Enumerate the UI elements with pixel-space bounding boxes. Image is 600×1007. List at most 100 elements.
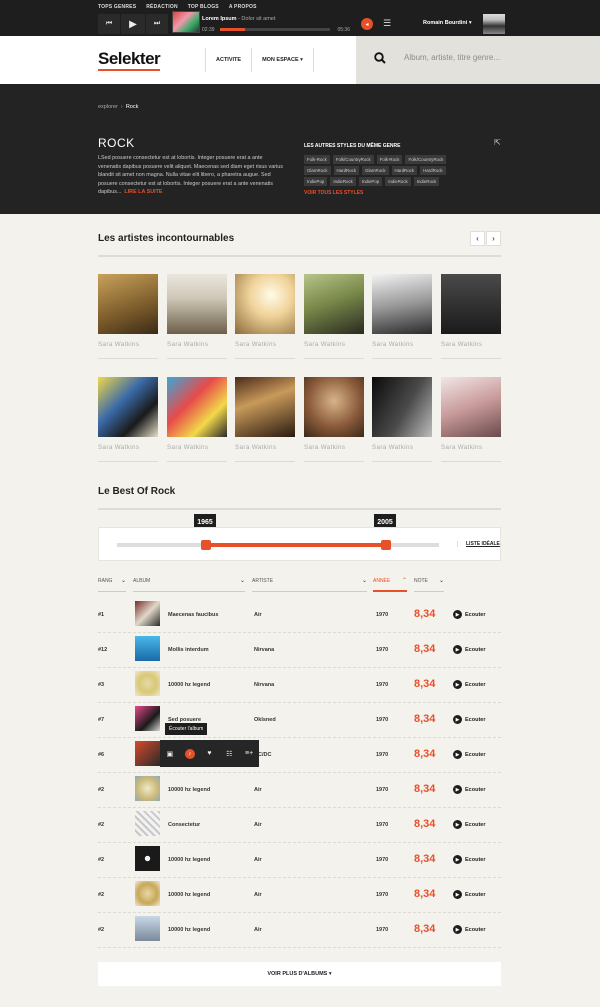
artist-name[interactable]: Sara Watkins: [372, 444, 432, 451]
album-cover[interactable]: [135, 811, 160, 836]
artist-name[interactable]: Sara Watkins: [372, 341, 432, 348]
artist-photo[interactable]: [167, 377, 227, 437]
artist-card[interactable]: Sara Watkins: [441, 377, 501, 462]
top-link-genres[interactable]: TOPS GENRES: [98, 4, 136, 10]
style-tag[interactable]: IndieRock: [385, 177, 411, 186]
column-album[interactable]: ALBUM ⌄: [133, 578, 245, 592]
share-icon[interactable]: ⇱: [494, 138, 501, 147]
artist-name[interactable]: Air: [254, 822, 262, 828]
artist-name[interactable]: Oklsned: [254, 717, 276, 723]
artist-card[interactable]: Sara Watkins: [167, 377, 227, 462]
listen-button[interactable]: ▶ Ecouter: [453, 680, 485, 689]
artist-name[interactable]: Sara Watkins: [304, 341, 364, 348]
listen-button[interactable]: ▶ Ecouter: [453, 855, 485, 864]
album-cover[interactable]: [135, 776, 160, 801]
table-row[interactable]: #1 Maecenas faucibus Air 1970 8,34 ▶ Ecouter: [98, 598, 501, 633]
table-row[interactable]: #2 10000 hz legend Air 1970 8,34 ▶ Ecouter: [98, 773, 501, 808]
table-row[interactable]: #2 10000 hz legend Air 1970 8,34 ▶ Ecouter: [98, 913, 501, 948]
style-tag[interactable]: GlamRock: [304, 166, 331, 175]
artist-photo[interactable]: [372, 274, 432, 334]
nav-activite[interactable]: ACTIVITE: [205, 48, 251, 72]
top-link-blogs[interactable]: TOP BLOGS: [188, 4, 219, 10]
album-title[interactable]: 10000 hz legend: [168, 682, 210, 688]
album-cover[interactable]: [135, 706, 160, 731]
slider-handle-from[interactable]: [201, 540, 211, 550]
queue-icon[interactable]: ☰: [383, 18, 391, 29]
style-tag[interactable]: IndieRock: [413, 177, 440, 186]
artist-name[interactable]: Sara Watkins: [98, 444, 158, 451]
artist-photo[interactable]: [304, 377, 364, 437]
now-playing-cover[interactable]: [172, 11, 200, 33]
logo[interactable]: Selekter: [98, 49, 161, 71]
add-to-playlist-icon[interactable]: ≡+: [239, 750, 259, 757]
style-tag[interactable]: HardRock: [333, 166, 360, 175]
listen-button[interactable]: ▶ Ecouter: [453, 750, 485, 759]
table-row[interactable]: #2 10000 hz legend Air 1970 8,34 ▶ Ecouter: [98, 878, 501, 913]
top-link-redaction[interactable]: RÉDACTION: [146, 4, 178, 10]
artist-name[interactable]: Air: [254, 787, 262, 793]
album-cover[interactable]: [135, 601, 160, 626]
style-tag[interactable]: Folk-Rock: [304, 155, 330, 164]
style-tag[interactable]: IndiePop: [358, 177, 383, 186]
artist-photo[interactable]: [372, 377, 432, 437]
user-menu[interactable]: Romain Bourdini ▾: [423, 20, 472, 26]
see-all-styles-link[interactable]: VOIR TOUS LES STYLES: [304, 190, 363, 196]
style-tag[interactable]: HardRock: [391, 166, 418, 175]
artist-card[interactable]: Sara Watkins: [98, 377, 158, 462]
artist-name[interactable]: Nirvana: [254, 682, 274, 688]
artist-photo[interactable]: [235, 377, 295, 437]
artist-name[interactable]: Sara Watkins: [441, 341, 501, 348]
top-link-about[interactable]: A PROPOS: [229, 4, 257, 10]
table-row[interactable]: #6 AC/DC 1970 8,34 ▶ Ecouter: [98, 738, 501, 773]
listen-button[interactable]: ▶ Ecouter: [453, 715, 485, 724]
nav-mon-espace[interactable]: MON ESPACE ▾: [251, 48, 313, 72]
read-more-link[interactable]: LIRE LA SUITE: [124, 189, 162, 195]
album-cover[interactable]: [135, 636, 160, 661]
column-artiste[interactable]: ARTISTE ⌄: [252, 578, 367, 592]
progress-bar[interactable]: [220, 28, 330, 31]
listen-button[interactable]: ▶ Ecouter: [453, 645, 485, 654]
album-cover[interactable]: [135, 671, 160, 696]
artist-photo[interactable]: [441, 377, 501, 437]
carousel-prev-button[interactable]: ‹: [470, 231, 485, 246]
slider-handle-to[interactable]: [381, 540, 391, 550]
artist-card[interactable]: Sara Watkins: [372, 274, 432, 359]
heart-icon[interactable]: ♥: [200, 750, 220, 757]
table-row[interactable]: #2 10000 hz legend Air 1970 8,34 ▶ Ecouter: [98, 843, 501, 878]
breadcrumb-explorer[interactable]: explorer: [98, 104, 118, 110]
volume-button[interactable]: ◂: [358, 14, 376, 34]
style-tag[interactable]: HardRock: [420, 166, 446, 175]
search-icon[interactable]: [374, 52, 386, 64]
next-button[interactable]: ⏭: [146, 14, 168, 34]
listen-album-icon[interactable]: ♪: [180, 748, 200, 759]
artist-photo[interactable]: [235, 274, 295, 334]
column-annee[interactable]: ANNÉE ⌃: [373, 578, 407, 592]
album-title[interactable]: Maecenas faucibus: [168, 612, 218, 618]
style-tag[interactable]: Folk-Rock: [376, 155, 403, 164]
carousel-next-button[interactable]: ›: [486, 231, 501, 246]
album-title[interactable]: Consectetur: [168, 822, 200, 828]
artist-photo[interactable]: [441, 274, 501, 334]
artist-name[interactable]: Sara Watkins: [167, 444, 227, 451]
image-icon[interactable]: ▣: [160, 750, 180, 758]
artist-name[interactable]: Sara Watkins: [235, 341, 295, 348]
artist-name[interactable]: Sara Watkins: [304, 444, 364, 451]
search-input[interactable]: [404, 53, 584, 62]
slider-track[interactable]: [117, 540, 439, 550]
artist-name[interactable]: Air: [254, 892, 262, 898]
artist-name[interactable]: Air: [254, 612, 262, 618]
artist-name[interactable]: Air: [254, 927, 262, 933]
artist-name[interactable]: Sara Watkins: [167, 341, 227, 348]
column-rang[interactable]: RANG ⌄: [98, 578, 126, 592]
artist-card[interactable]: Sara Watkins: [304, 274, 364, 359]
artist-card[interactable]: Sara Watkins: [235, 377, 295, 462]
listen-button[interactable]: ▶ Ecouter: [453, 785, 485, 794]
album-title[interactable]: 10000 hz legend: [168, 892, 210, 898]
artist-name[interactable]: Sara Watkins: [441, 444, 501, 451]
previous-button[interactable]: ⏮: [98, 14, 120, 34]
artist-name[interactable]: Nirvana: [254, 647, 274, 653]
artist-name[interactable]: Air: [254, 857, 262, 863]
style-tag[interactable]: Folk/CountryRock: [332, 155, 374, 164]
listen-button[interactable]: ▶ Ecouter: [453, 925, 485, 934]
artist-card[interactable]: Sara Watkins: [167, 274, 227, 359]
